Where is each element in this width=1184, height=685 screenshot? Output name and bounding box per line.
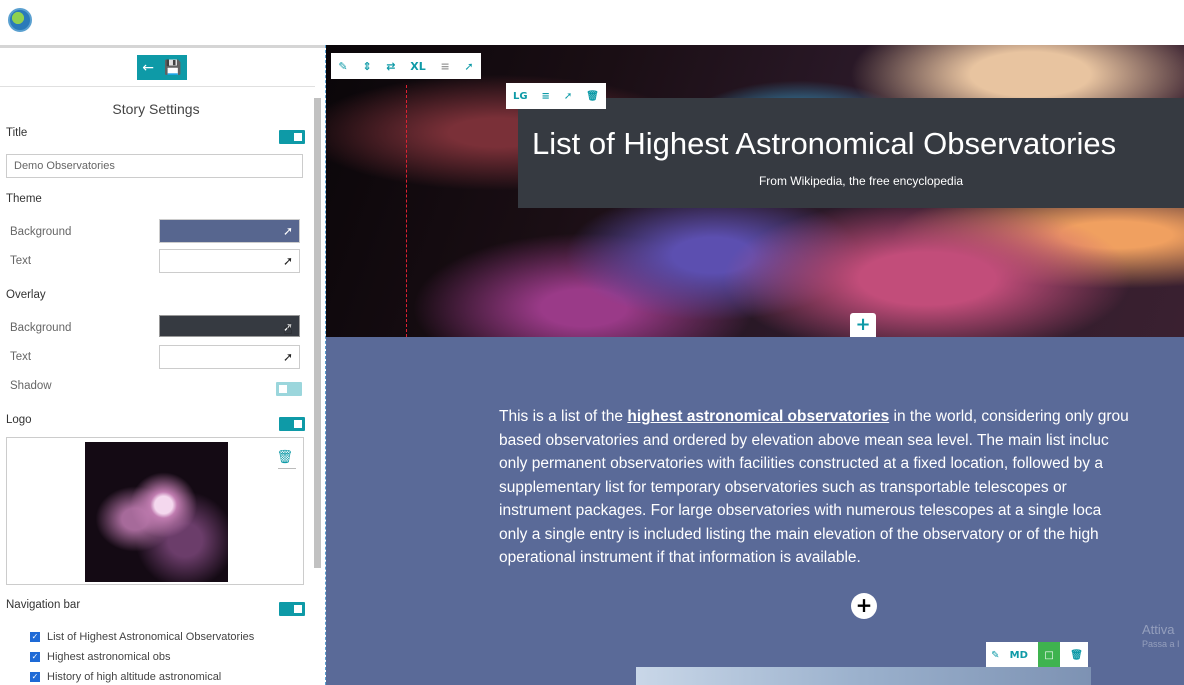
nav-item[interactable]: ✓ Highest astronomical obs: [30, 651, 171, 663]
shadow-label: Shadow: [10, 380, 52, 392]
navigation-bar-label: Navigation bar: [6, 599, 81, 611]
sidebar-toolbar: ← 💾: [137, 55, 187, 80]
add-section-button[interactable]: +: [850, 313, 876, 338]
top-bar: [0, 0, 1184, 45]
image-block[interactable]: [636, 667, 1091, 685]
trash-icon[interactable]: 🗑: [1070, 650, 1083, 661]
expand-vertical-icon[interactable]: ⇕: [362, 60, 371, 73]
watermark-text: Attiva: [1142, 622, 1175, 637]
theme-text-swatch[interactable]: ➚: [159, 249, 300, 273]
overlay-text-label: Text: [10, 351, 32, 363]
theme-background-label: Background: [10, 226, 72, 238]
nav-item[interactable]: ✓ List of Highest Astronomical Observator…: [30, 631, 254, 643]
sidebar-scrollbar[interactable]: [312, 90, 322, 685]
checkbox-checked-icon[interactable]: ✓: [30, 652, 40, 662]
paragraph-line: operational instrument if that informati…: [499, 549, 861, 566]
eyedropper-icon[interactable]: ➚: [283, 224, 293, 238]
activation-watermark: Attiva Passa a I: [1142, 622, 1180, 649]
hero-toolbar: ✎ ⇕ ⇄ XL ≡ ➚: [331, 53, 481, 79]
paragraph-text: in the world, considering only grou: [889, 408, 1129, 425]
checkbox-checked-icon[interactable]: ✓: [30, 672, 40, 682]
trash-icon[interactable]: 🗑: [586, 91, 599, 102]
nav-item-label: History of high altitude astronomical: [47, 671, 222, 683]
guide-line: [406, 85, 407, 337]
size-lg-button[interactable]: LG: [513, 91, 528, 102]
title-label: Title: [6, 127, 28, 139]
eyedropper-icon[interactable]: ➚: [564, 91, 572, 102]
overlay-background-swatch[interactable]: ➚: [159, 315, 300, 337]
divider: [278, 468, 296, 469]
theme-text-label: Text: [10, 255, 32, 267]
page-subtitle: From Wikipedia, the free encyclopedia: [758, 174, 964, 188]
nav-item-label: Highest astronomical obs: [47, 651, 171, 663]
checkbox-checked-icon[interactable]: ✓: [30, 632, 40, 642]
story-canvas: ✎ ⇕ ⇄ XL ≡ ➚ List of Highest Astronomica…: [325, 45, 1184, 685]
watermark-text: Passa a I: [1142, 639, 1180, 649]
hero-section[interactable]: ✎ ⇕ ⇄ XL ≡ ➚ List of Highest Astronomica…: [326, 45, 1184, 338]
desktop-icon[interactable]: □: [1038, 642, 1061, 668]
align-icon[interactable]: ≡: [440, 60, 449, 73]
title-toggle[interactable]: [279, 130, 305, 144]
intro-paragraph: This is a list of the highest astronomic…: [499, 405, 1184, 570]
observatories-link[interactable]: highest astronomical observatories: [627, 408, 889, 425]
paragraph-text: This is a list of the: [499, 408, 628, 425]
page-title: List of Highest Astronomical Observatori…: [532, 126, 1117, 161]
image-toolbar: ✎ MD □ 🗑: [986, 642, 1088, 668]
divider: [0, 86, 315, 87]
paragraph-line: only a single entry is included listing …: [499, 525, 1099, 543]
back-arrow-icon[interactable]: ←: [142, 60, 154, 76]
title-toolbar: LG ≡ ➚ 🗑: [506, 83, 606, 109]
eyedropper-icon[interactable]: ➚: [464, 60, 473, 73]
hand-cursor-icon: ☝: [283, 319, 293, 338]
overlay-background-label: Background: [10, 322, 72, 334]
theme-background-swatch[interactable]: ➚: [159, 219, 300, 243]
paragraph-line: instrument packages. For large observato…: [499, 502, 1102, 519]
save-icon[interactable]: 💾: [164, 60, 181, 76]
align-icon[interactable]: ≡: [542, 91, 550, 102]
trash-icon[interactable]: 🗑: [276, 450, 293, 465]
size-md-button[interactable]: MD: [1010, 650, 1028, 661]
size-xl-button[interactable]: XL: [410, 60, 426, 73]
paragraph-line: only permanent observatories with facili…: [499, 455, 1103, 472]
navigation-bar-toggle[interactable]: [279, 602, 305, 616]
pencil-icon[interactable]: ✎: [991, 650, 999, 661]
text-section[interactable]: This is a list of the highest astronomic…: [326, 337, 1184, 685]
nav-item-label: List of Highest Astronomical Observatori…: [47, 631, 255, 643]
title-overlay[interactable]: List of Highest Astronomical Observatori…: [518, 98, 1184, 208]
logo-image: [85, 442, 228, 582]
settings-title: Story Settings: [112, 101, 200, 117]
eyedropper-icon[interactable]: ➚: [283, 254, 293, 268]
paragraph-line: based observatories and ordered by eleva…: [499, 431, 1109, 449]
add-section-button[interactable]: +: [851, 593, 877, 619]
shadow-toggle[interactable]: [276, 382, 302, 396]
logo-toggle[interactable]: [279, 417, 305, 431]
nav-item[interactable]: ✓ History of high altitude astronomical: [30, 671, 221, 683]
eyedropper-icon[interactable]: ➚: [283, 350, 293, 364]
fit-icon[interactable]: ⇄: [386, 60, 395, 73]
title-input[interactable]: Demo Observatories: [6, 154, 303, 178]
logo-preview-box: 🗑: [6, 437, 304, 585]
overlay-text-swatch[interactable]: ➚: [159, 345, 300, 369]
pencil-icon[interactable]: ✎: [338, 60, 347, 73]
overlay-label: Overlay: [6, 289, 46, 301]
story-settings-sidebar: ← 💾 Story Settings Title Demo Observator…: [0, 45, 325, 685]
paragraph-line: supplementary list for temporary observa…: [499, 478, 1067, 496]
logo-label: Logo: [6, 414, 32, 426]
scrollbar-thumb[interactable]: [314, 98, 321, 568]
app-logo-icon[interactable]: [8, 8, 32, 32]
theme-label: Theme: [6, 193, 42, 205]
